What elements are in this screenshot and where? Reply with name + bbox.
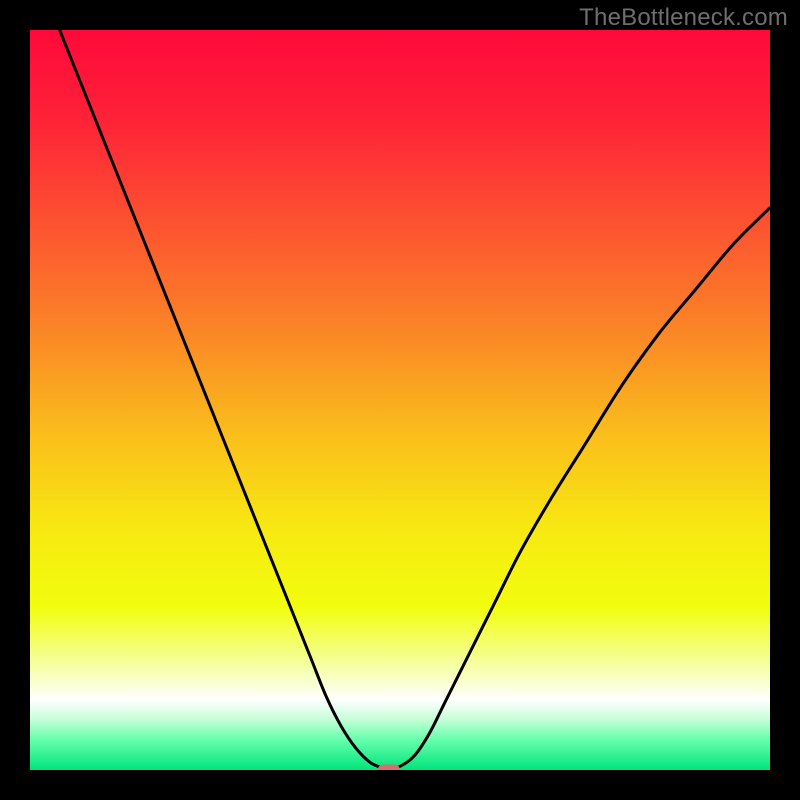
- chart-frame: TheBottleneck.com: [0, 0, 800, 800]
- current-point-marker: [378, 765, 400, 771]
- bottleneck-plot: [30, 30, 770, 770]
- watermark-label: TheBottleneck.com: [579, 4, 788, 32]
- plot-background: [30, 30, 770, 770]
